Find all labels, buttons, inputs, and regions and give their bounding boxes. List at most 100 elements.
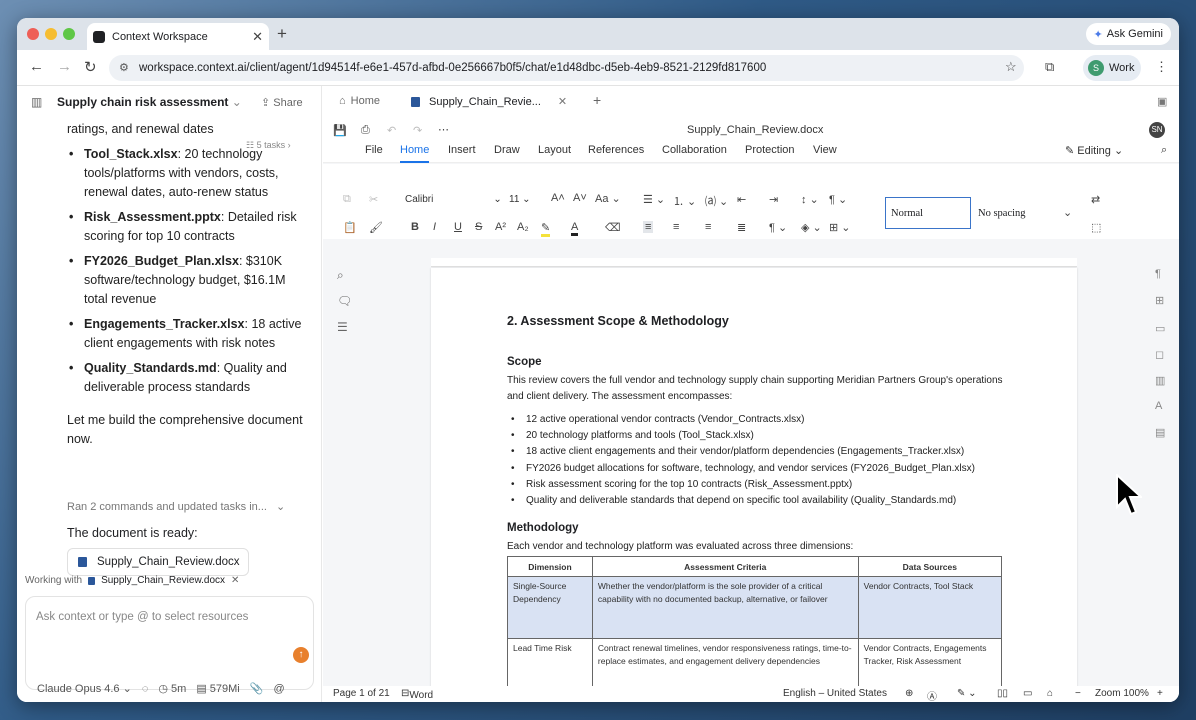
underline-icon[interactable]: U [454, 221, 462, 233]
close-tab-icon[interactable]: ✕ [558, 95, 567, 108]
bullets-icon[interactable]: ☰ ⌄ [643, 193, 665, 206]
prompt-box[interactable]: Ask context or type @ to select resource… [25, 596, 314, 690]
undo-icon[interactable]: ↶ [387, 124, 396, 137]
increase-indent-icon[interactable]: ⇥ [769, 193, 778, 206]
shading-icon[interactable]: ◈ ⌄ [801, 221, 822, 234]
track-changes-icon[interactable]: ✎ ⌄ [957, 688, 977, 699]
cut-icon[interactable]: ✂ [369, 193, 378, 206]
print-icon[interactable]: ⎙ [361, 124, 370, 137]
search-icon[interactable]: ⌕ [1161, 144, 1167, 157]
font-family-select[interactable]: Calibri ⌄ [405, 194, 502, 205]
horizontal-ruler[interactable] [431, 258, 1077, 267]
send-icon[interactable]: ↑ [293, 647, 309, 663]
close-tab-icon[interactable]: ✕ [252, 29, 263, 45]
browser-tab[interactable]: Context Workspace ✕ [87, 23, 269, 50]
menu-references[interactable]: References [588, 144, 644, 156]
grow-font-icon[interactable]: A˄ [551, 192, 565, 204]
chart-settings-icon[interactable]: ▥ [1155, 374, 1165, 387]
word-count-button[interactable]: ⊟ Word count [401, 688, 434, 702]
close-window-button[interactable] [27, 28, 39, 40]
menu-collaboration[interactable]: Collaboration [662, 144, 727, 156]
shrink-font-icon[interactable]: A˅ [573, 192, 587, 204]
change-case-icon[interactable]: Aa ⌄ [595, 192, 621, 205]
styles-dropdown-icon[interactable]: ⌄ [1063, 206, 1072, 219]
line-spacing-icon[interactable]: ↕ ⌄ [801, 193, 819, 206]
numbering-icon[interactable]: ⒈ ⌄ [673, 193, 696, 209]
redo-icon[interactable]: ↷ [413, 124, 422, 137]
profile-button[interactable]: S Work [1083, 55, 1141, 81]
globe-icon[interactable]: ⊕ [905, 688, 913, 699]
paragraph-marks-icon[interactable]: ¶ ⌄ [829, 193, 847, 206]
browser-menu-icon[interactable]: ⋮ [1155, 59, 1168, 75]
text-art-icon[interactable]: A [1155, 400, 1162, 412]
menu-layout[interactable]: Layout [538, 144, 571, 156]
url-field[interactable]: ⚙ workspace.context.ai/client/agent/1d94… [109, 55, 1024, 81]
replace-icon[interactable]: ⇄ [1091, 193, 1100, 206]
borders-icon[interactable]: ⊞ ⌄ [829, 221, 851, 234]
align-right-icon[interactable]: ≡ [705, 221, 711, 233]
site-settings-icon[interactable]: ⚙ [119, 61, 129, 74]
decrease-indent-icon[interactable]: ⇤ [737, 193, 746, 206]
new-tab-button[interactable]: + [277, 24, 287, 44]
menu-insert[interactable]: Insert [448, 144, 476, 156]
navigation-icon[interactable]: ☰ [337, 320, 348, 334]
ask-gemini-button[interactable]: ✦ Ask Gemini [1085, 23, 1171, 45]
language-selector[interactable]: English – United States [783, 688, 887, 699]
menu-protection[interactable]: Protection [745, 144, 795, 156]
bookmark-star-icon[interactable]: ☆ [1005, 59, 1017, 75]
copy-icon[interactable]: ⧉ [343, 193, 351, 206]
zoom-level[interactable]: Zoom 100% [1095, 688, 1149, 699]
zoom-out-icon[interactable]: − [1075, 688, 1081, 699]
spellcheck-icon[interactable]: Ⓐ [927, 688, 937, 702]
document-chip[interactable]: Supply_Chain_Review.docx [67, 548, 249, 576]
strikethrough-icon[interactable]: S [475, 221, 482, 233]
tab-supply-chain-review[interactable]: Supply_Chain_Revie... ✕ [411, 95, 567, 108]
multilevel-list-icon[interactable]: ⒜ ⌄ [705, 193, 728, 209]
select-icon[interactable]: ⬚ [1091, 221, 1101, 234]
user-avatar[interactable]: SN [1149, 122, 1165, 138]
align-left-icon[interactable]: ≡ [643, 221, 654, 233]
more-icon[interactable]: ⋯ [438, 123, 449, 136]
highlight-icon[interactable]: ✎ [541, 221, 551, 237]
document-page[interactable]: 2. Assessment Scope & Methodology Scope … [431, 268, 1077, 702]
find-icon[interactable]: ⌕ [337, 268, 344, 283]
superscript-icon[interactable]: A² [495, 221, 506, 233]
extensions-icon[interactable]: ⧉ [1045, 59, 1054, 75]
editing-mode-button[interactable]: ✎ Editing ⌄ [1065, 144, 1123, 157]
comments-icon[interactable]: 🗨 [337, 294, 352, 308]
fit-width-icon[interactable]: ⌂ [1047, 688, 1053, 699]
subscript-icon[interactable]: A₂ [517, 221, 529, 233]
new-document-tab-button[interactable]: + [593, 92, 601, 108]
back-icon[interactable]: ← [29, 58, 44, 75]
maximize-window-button[interactable] [63, 28, 75, 40]
style-normal[interactable]: Normal [885, 197, 971, 229]
reload-icon[interactable]: ↻ [84, 58, 97, 76]
format-painter-icon[interactable]: 🖌 [369, 221, 383, 234]
table-settings-icon[interactable]: ⊞ [1155, 294, 1164, 307]
justify-icon[interactable]: ≣ [737, 221, 746, 234]
shape-settings-icon[interactable]: ◻ [1155, 348, 1164, 361]
page-counter[interactable]: Page 1 of 21 [333, 688, 390, 699]
style-no-spacing[interactable]: No spacing [973, 197, 1053, 229]
model-selector[interactable]: Claude Opus 4.6 ⌄ [37, 682, 132, 695]
mention-icon[interactable]: @ [273, 683, 284, 695]
menu-view[interactable]: View [813, 144, 837, 156]
paste-icon[interactable]: 📋 [343, 221, 357, 234]
clear-format-icon[interactable]: ⌫ [605, 221, 621, 234]
bold-icon[interactable]: B [411, 221, 419, 233]
menu-home[interactable]: Home [400, 144, 430, 163]
single-page-icon[interactable]: ▯▯ [997, 688, 1008, 699]
form-settings-icon[interactable]: ▤ [1155, 426, 1165, 439]
font-color-icon[interactable]: A [571, 221, 579, 236]
remove-file-icon[interactable]: ✕ [231, 575, 239, 586]
forward-icon[interactable]: → [57, 58, 72, 75]
italic-icon[interactable]: I [433, 221, 436, 233]
zoom-in-icon[interactable]: + [1157, 688, 1163, 699]
panel-toggle-icon[interactable]: ▣ [1157, 95, 1167, 108]
sidebar-toggle-icon[interactable]: ▥ [31, 95, 42, 109]
ran-commands-toggle[interactable]: Ran 2 commands and updated tasks in... ⌄ [67, 500, 285, 513]
paragraph-settings-icon[interactable]: ¶ [1155, 268, 1161, 280]
fit-page-icon[interactable]: ▭ [1023, 688, 1032, 699]
share-button[interactable]: ⇪ Share [261, 96, 303, 109]
working-file-name[interactable]: Supply_Chain_Review.docx [101, 575, 225, 586]
